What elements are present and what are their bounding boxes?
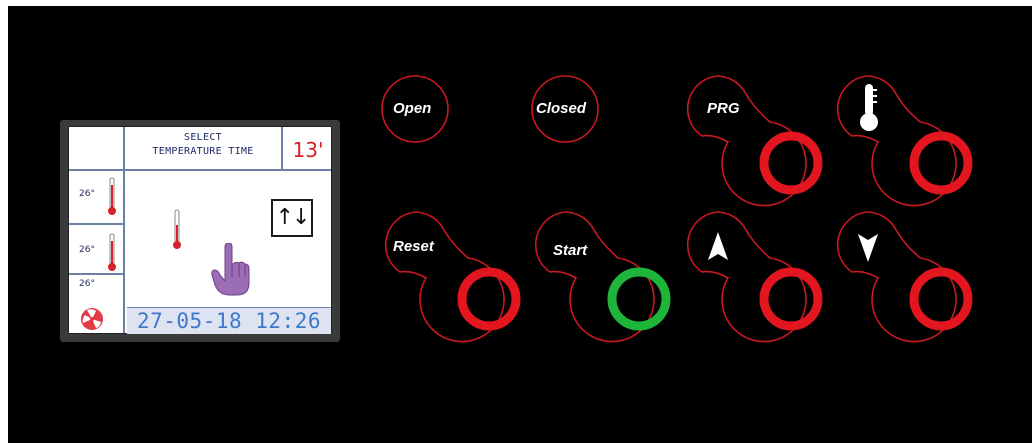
- lcd-display: SELECT TEMPERATURE TIME 13' 26° 26° 26°: [60, 120, 340, 342]
- down-button[interactable]: [830, 208, 990, 348]
- hand-pointer-icon: [211, 243, 250, 296]
- zone-temp-1: 26°: [79, 189, 95, 199]
- timer-counter: 13': [292, 138, 324, 162]
- date-time-readout: 27-05-18 12:26: [127, 307, 331, 334]
- reset-button[interactable]: [378, 208, 538, 348]
- thermometer-button[interactable]: [830, 72, 990, 212]
- prg-button[interactable]: [680, 72, 840, 212]
- thermometer-icon: [173, 209, 181, 249]
- up-button[interactable]: [680, 208, 840, 348]
- reset-button-label: Reset: [393, 238, 434, 255]
- prg-button-label: PRG: [707, 100, 740, 117]
- zone-temp-3: 26°: [79, 279, 95, 289]
- grid-divider: [69, 169, 331, 171]
- open-button-label: Open: [393, 100, 432, 117]
- fan-icon: [81, 308, 103, 330]
- lcd-screen: SELECT TEMPERATURE TIME 13' 26° 26° 26°: [68, 126, 332, 334]
- grid-divider: [69, 223, 124, 225]
- screen-header: SELECT TEMPERATURE TIME: [125, 131, 281, 167]
- zone-temp-2: 26°: [79, 245, 95, 255]
- grid-divider: [281, 127, 283, 169]
- header-line-1: SELECT: [184, 132, 222, 143]
- start-button[interactable]: [528, 208, 688, 348]
- grid-divider: [69, 273, 124, 275]
- header-line-2: TEMPERATURE TIME: [152, 146, 254, 157]
- start-button-label: Start: [553, 242, 588, 259]
- up-down-arrows-icon[interactable]: ↑↓: [271, 199, 313, 237]
- closed-button-label: Closed: [536, 100, 587, 117]
- thermometer-icon: [108, 177, 116, 215]
- thermometer-icon: [108, 233, 116, 271]
